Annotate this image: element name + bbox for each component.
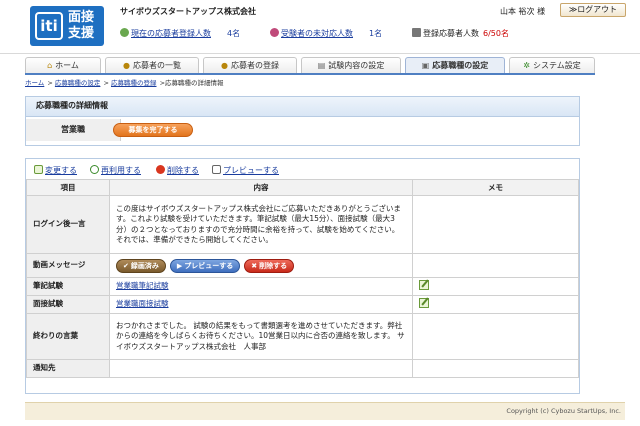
memo-edit-icon[interactable] (419, 279, 429, 290)
preview-action[interactable]: プレビューする (212, 165, 279, 176)
delete-icon (156, 165, 165, 174)
col-memo: メモ (412, 179, 579, 196)
document-icon: ▤ (317, 61, 326, 70)
people-icon (120, 28, 129, 37)
footer: Copyright (c) Cybozu StartUps, Inc. (25, 402, 625, 420)
login-msg-text: この度はサイボウズスタートアップス株式会社にご応募いただきありがとうございます。… (109, 195, 413, 254)
stat-current-applicants[interactable]: 現在の応募者登録人数 4名 (120, 28, 240, 39)
stats-bar: 現在の応募者登録人数 4名 受験者の未対応人数 1名 登録応募者人数 6/50名 (120, 28, 630, 42)
tab-system-settings[interactable]: ✲ システム設定 (509, 57, 595, 74)
edit-icon (34, 165, 43, 174)
breadcrumb-role-settings[interactable]: 応募職種の設定 (55, 79, 101, 87)
notify-label: 通知先 (26, 359, 110, 378)
closing-text: おつかれさまでした。 試験の結果をもって書類選考を進めさせていただきます。弊社か… (109, 313, 413, 360)
preview-icon (212, 165, 221, 174)
col-item: 項目 (26, 179, 110, 196)
nav-divider (25, 73, 595, 75)
logo-text: 面接 支援 (68, 10, 95, 41)
written-exam-link[interactable]: 営業職筆記試験 (116, 281, 169, 290)
role-detail-panel: 応募職種の詳細情報 営業職 募集を完了する (25, 96, 580, 146)
video-msg-label: 動画メッセージ (26, 253, 110, 278)
role-name: 営業職 (26, 119, 121, 141)
table-header-row: 項目 内容 メモ (26, 179, 579, 196)
memo-cell (412, 277, 579, 296)
tab-role-settings[interactable]: ▣ 応募職種の設定 (405, 57, 505, 74)
reuse-icon (90, 165, 99, 174)
briefcase-icon: ▣ (421, 61, 430, 70)
check-icon: ✔ (123, 261, 129, 270)
memo-edit-icon[interactable] (419, 297, 429, 308)
logo-mark: iti (35, 12, 63, 40)
table-row: 通知先 (26, 359, 579, 378)
finish-recruitment-button[interactable]: 募集を完了する (113, 123, 193, 137)
breadcrumb-role-register[interactable]: 応募職種の登録 (111, 79, 157, 87)
written-exam-cell: 営業職筆記試験 (109, 277, 413, 296)
play-icon: ▶ (176, 261, 183, 270)
written-exam-label: 筆記試験 (26, 277, 110, 296)
delete-action[interactable]: 削除する (156, 165, 199, 176)
memo-cell (412, 313, 579, 360)
breadcrumb: ホーム > 応募職種の設定 > 応募職種の登録 >応募職種の詳細情報 (25, 79, 224, 87)
recorded-button[interactable]: ✔ 録画済み (116, 258, 166, 273)
tab-exam-settings[interactable]: ▤ 試験内容の設定 (301, 57, 401, 74)
close-icon: ✖ (251, 261, 258, 270)
memo-cell (412, 253, 579, 278)
table-row: 筆記試験 営業職筆記試験 (26, 277, 579, 296)
person-icon (270, 28, 279, 37)
tab-applicant-list[interactable]: ● 応募者の一覧 (105, 57, 199, 74)
company-name: サイボウズスタートアップス株式会社 (120, 7, 256, 16)
person-add-icon: ● (221, 61, 228, 70)
document-icon (412, 28, 421, 37)
breadcrumb-home[interactable]: ホーム (25, 79, 44, 87)
interview-exam-link[interactable]: 営業職面接試験 (116, 299, 169, 308)
memo-cell (412, 195, 579, 254)
gear-icon: ✲ (523, 61, 530, 70)
table-row: 動画メッセージ ✔ 録画済み ▶ プレビューする ✖ 削除する (26, 253, 579, 278)
breadcrumb-current: >応募職種の詳細情報 (157, 79, 224, 87)
detail-table: 項目 内容 メモ ログイン後一言 この度はサイボウズスタートアップス株式会社にご… (26, 179, 579, 378)
people-icon: ● (123, 61, 130, 70)
login-msg-label: ログイン後一言 (26, 195, 110, 254)
stat-unhandled[interactable]: 受験者の未対応人数 1名 (270, 28, 382, 39)
table-row: ログイン後一言 この度はサイボウズスタートアップス株式会社にご応募いただきありが… (26, 195, 579, 254)
table-row: 面接試験 営業職面接試験 (26, 295, 579, 314)
video-msg-buttons: ✔ 録画済み ▶ プレビューする ✖ 削除する (109, 253, 413, 278)
change-action[interactable]: 変更する (34, 165, 77, 176)
tab-applicant-register[interactable]: ● 応募者の登録 (203, 57, 297, 74)
user-name: 山本 裕次 様 (500, 7, 546, 16)
logout-button[interactable]: ≫ログアウト (560, 3, 626, 17)
table-row: 終わりの言葉 おつかれさまでした。 試験の結果をもって書類選考を進めさせていただ… (26, 313, 579, 360)
video-preview-button[interactable]: ▶ プレビューする (169, 258, 241, 273)
role-row: 営業職 募集を完了する (26, 119, 579, 141)
reuse-action[interactable]: 再利用する (90, 165, 141, 176)
interview-exam-label: 面接試験 (26, 295, 110, 314)
app-header: iti 面接 支援 サイボウズスタートアップス株式会社 山本 裕次 様 ≫ログア… (0, 0, 640, 54)
action-bar: 変更する 再利用する 削除する プレビューする (34, 165, 574, 177)
col-content: 内容 (109, 179, 413, 196)
stat-registered: 登録応募者人数 6/50名 (412, 28, 509, 39)
app-logo[interactable]: iti 面接 支援 (30, 6, 104, 46)
main-nav: ⌂ ホーム ● 応募者の一覧 ● 応募者の登録 ▤ 試験内容の設定 ▣ 応募職種の設定 ✲… (25, 57, 595, 74)
interview-exam-cell: 営業職面接試験 (109, 295, 413, 314)
notify-value (109, 359, 413, 378)
copyright: Copyright (c) Cybozu StartUps, Inc. (506, 407, 621, 415)
video-delete-button[interactable]: ✖ 削除する (244, 258, 295, 273)
panel-title: 応募職種の詳細情報 (26, 97, 579, 117)
tab-home[interactable]: ⌂ ホーム (25, 57, 101, 74)
memo-cell (412, 295, 579, 314)
closing-label: 終わりの言葉 (26, 313, 110, 360)
home-icon: ⌂ (47, 61, 53, 70)
memo-cell (412, 359, 579, 378)
role-content-panel: 変更する 再利用する 削除する プレビューする 項目 内容 メモ ログイン後一言… (25, 158, 580, 394)
